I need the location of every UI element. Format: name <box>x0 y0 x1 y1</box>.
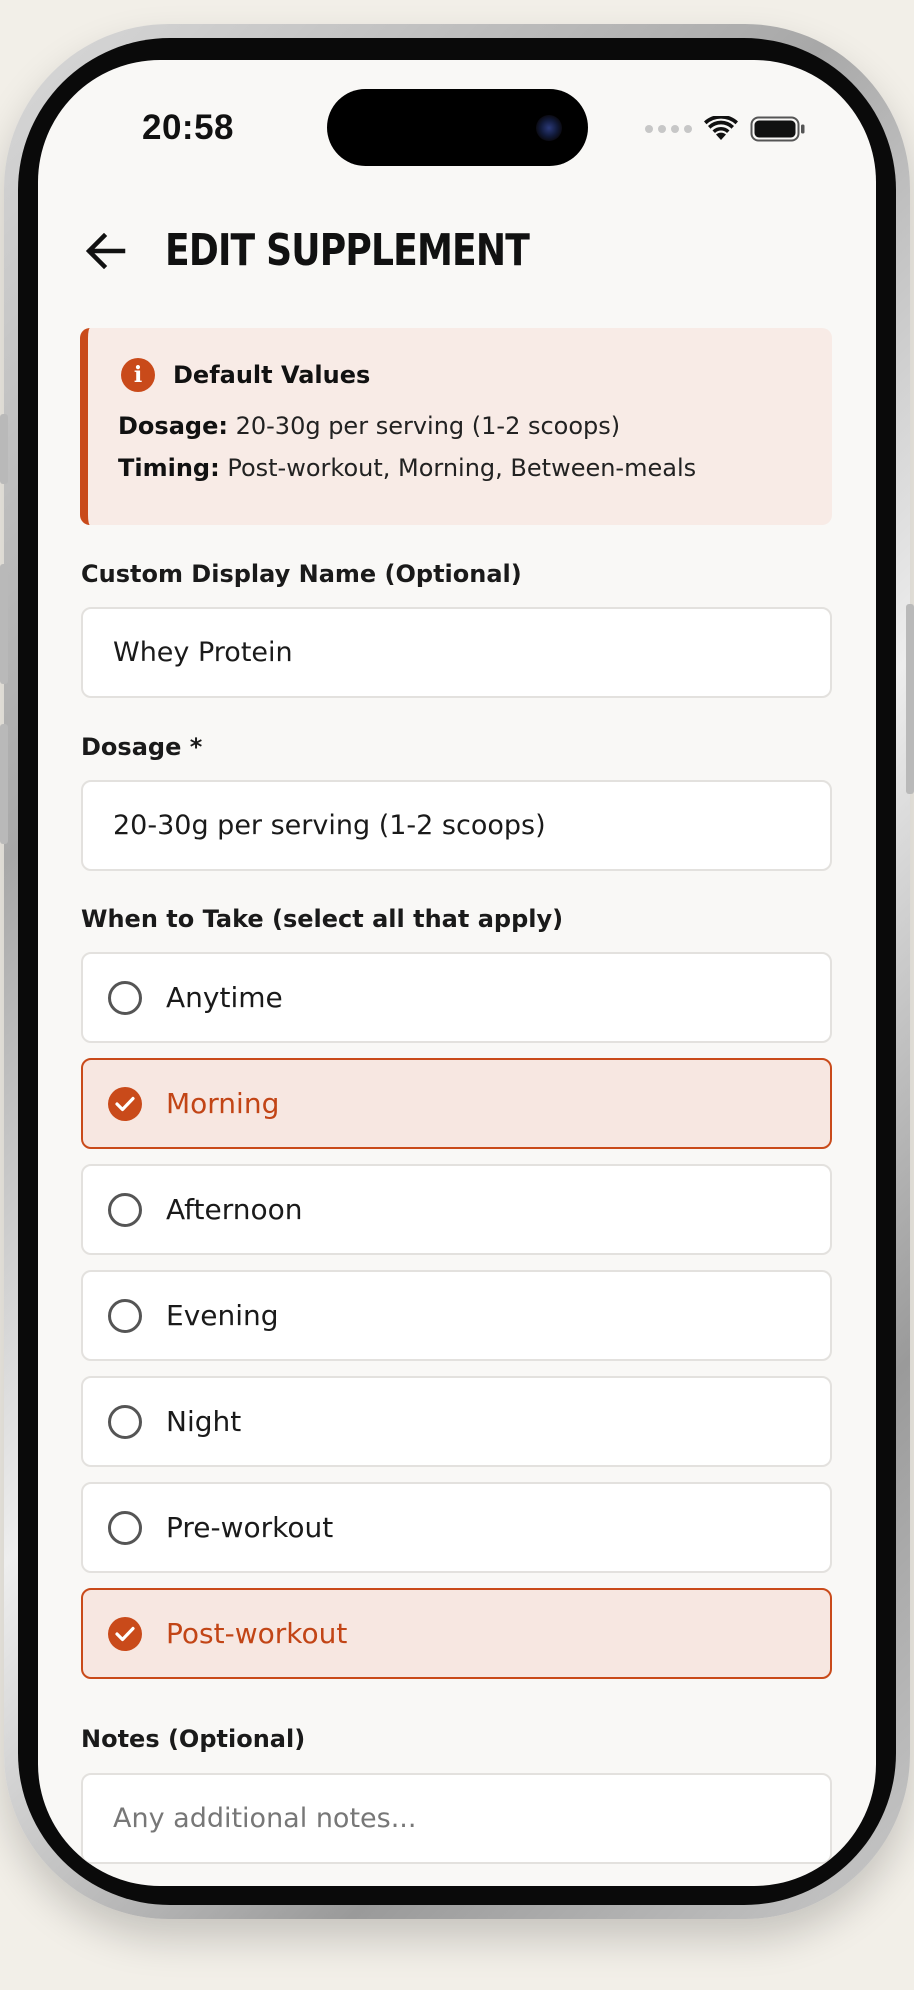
checkmark-circle-icon <box>108 1086 142 1121</box>
option-label: Pre-workout <box>166 1511 334 1544</box>
option-post-workout[interactable]: Post-workout <box>81 1588 832 1679</box>
option-label: Night <box>166 1405 242 1438</box>
cellular-signal-icon <box>645 125 692 133</box>
option-label: Post-workout <box>166 1617 348 1650</box>
option-label: Anytime <box>166 981 283 1014</box>
option-pre-workout[interactable]: Pre-workout <box>81 1482 832 1573</box>
radio-unchecked-icon <box>108 1192 142 1227</box>
radio-unchecked-icon <box>108 980 142 1015</box>
when-to-take-label: When to Take (select all that apply) <box>81 905 564 933</box>
checkmark-circle-icon <box>108 1616 142 1651</box>
option-label: Morning <box>166 1087 280 1120</box>
app-screen: 20:58 EDIT SUPPLEMENT i Default Values D… <box>38 60 876 1886</box>
option-label: Evening <box>166 1299 279 1332</box>
side-button-action <box>0 414 8 484</box>
status-indicators <box>645 114 806 144</box>
page-title: EDIT SUPPLEMENT <box>165 225 530 276</box>
status-time: 20:58 <box>142 108 235 147</box>
camera-icon <box>536 115 562 141</box>
radio-unchecked-icon <box>108 1510 142 1545</box>
radio-unchecked-icon <box>108 1404 142 1439</box>
wifi-icon <box>704 116 738 140</box>
default-dosage-value: 20-30g per serving (1-2 scoops) <box>235 412 621 440</box>
dosage-input[interactable] <box>81 780 832 871</box>
option-morning[interactable]: Morning <box>81 1058 832 1149</box>
option-evening[interactable]: Evening <box>81 1270 832 1361</box>
battery-icon <box>750 116 805 142</box>
default-values-header: i Default Values <box>118 358 832 392</box>
arrow-left-icon[interactable] <box>82 227 130 275</box>
default-timing-value: Post-workout, Morning, Between-meals <box>227 454 697 482</box>
notes-label: Notes (Optional) <box>81 1725 306 1753</box>
side-button-volume-down <box>0 724 8 844</box>
notes-input[interactable] <box>81 1773 832 1864</box>
default-timing-label: Timing: <box>118 454 220 482</box>
page-header: EDIT SUPPLEMENT <box>82 225 609 276</box>
default-timing-line: Timing: Post-workout, Morning, Between-m… <box>118 454 832 482</box>
option-night[interactable]: Night <box>81 1376 832 1467</box>
info-icon: i <box>121 358 155 392</box>
default-values-panel: i Default Values Dosage: 20-30g per serv… <box>80 328 832 525</box>
option-afternoon[interactable]: Afternoon <box>81 1164 832 1255</box>
option-anytime[interactable]: Anytime <box>81 952 832 1043</box>
side-button-volume-up <box>0 564 8 684</box>
dosage-label: Dosage * <box>81 733 203 761</box>
radio-unchecked-icon <box>108 1298 142 1333</box>
dynamic-island <box>327 89 588 166</box>
display-name-label: Custom Display Name (Optional) <box>81 560 522 588</box>
display-name-input[interactable] <box>81 607 832 698</box>
default-values-title: Default Values <box>173 361 371 389</box>
default-dosage-line: Dosage: 20-30g per serving (1-2 scoops) <box>118 412 832 440</box>
side-button-power <box>906 604 914 794</box>
default-dosage-label: Dosage: <box>118 412 228 440</box>
option-label: Afternoon <box>166 1193 303 1226</box>
